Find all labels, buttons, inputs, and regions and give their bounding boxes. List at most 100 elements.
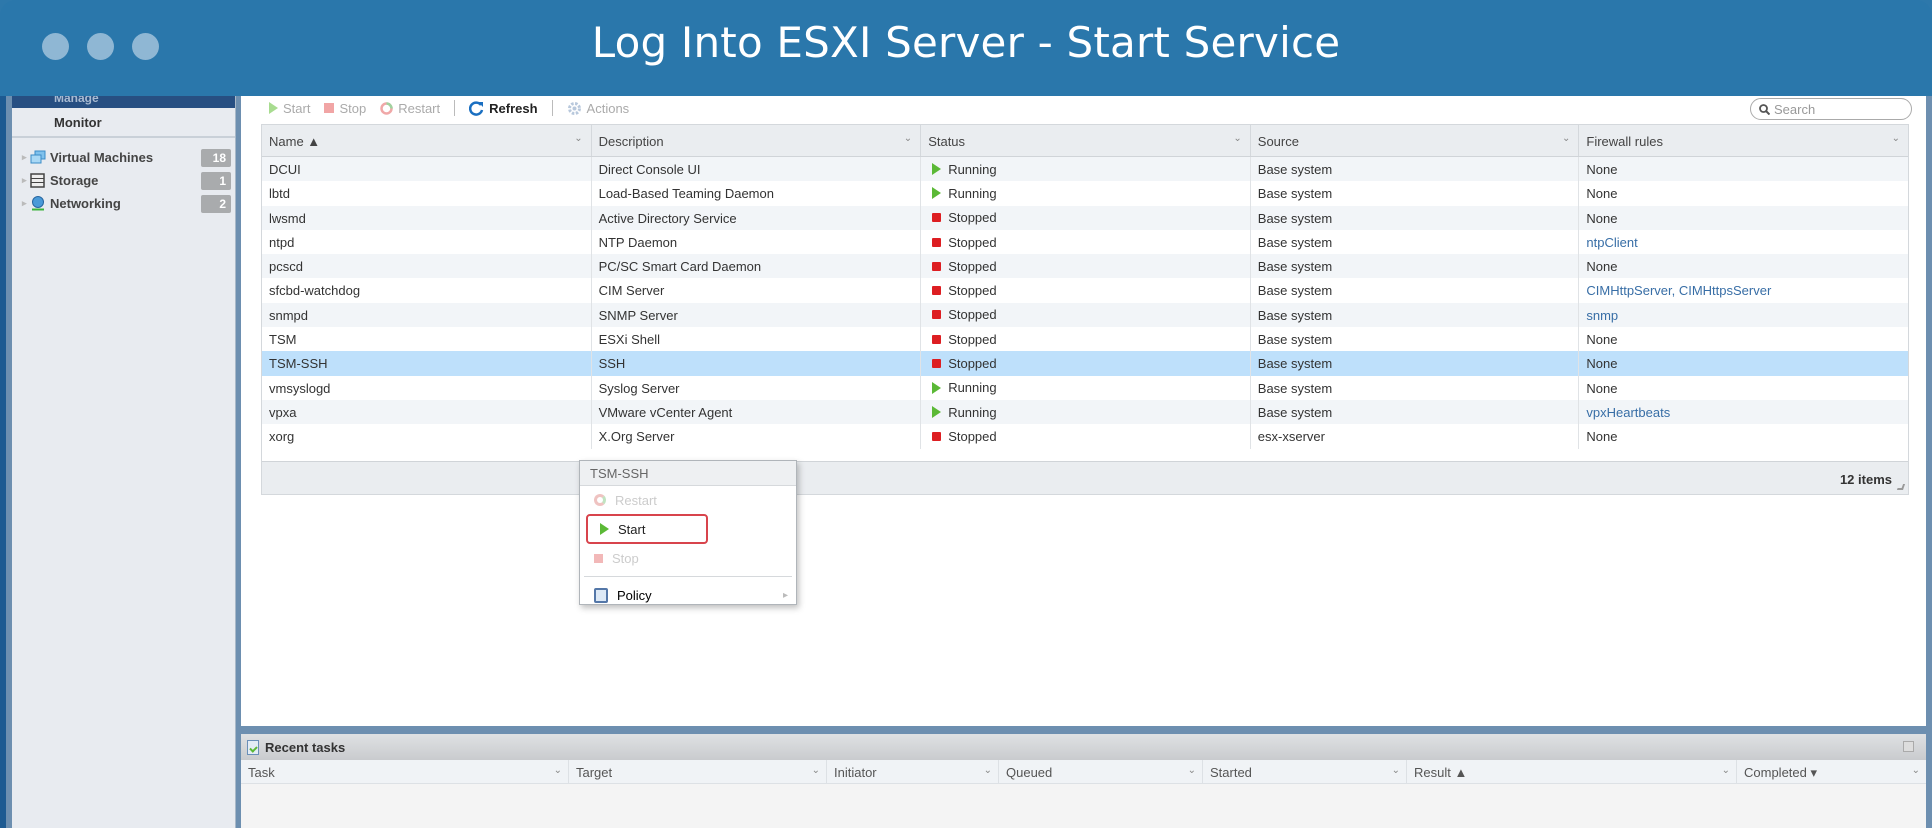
chevron-down-icon[interactable]: ⌄ xyxy=(554,765,562,776)
services-toolbar: Start Stop Restart Refresh Actions xyxy=(269,96,629,120)
column-header-firewall-rules[interactable]: Firewall rules ⌄ xyxy=(1579,125,1908,156)
services-table: Name ▲ ⌄ Description ⌄ Status ⌄ Source ⌄ Fir… xyxy=(261,124,1909,495)
chevron-down-icon[interactable]: ⌄ xyxy=(574,133,582,144)
navigator-sidebar: Manage Monitor ▸ Virtual Machines 18 ▸ S… xyxy=(12,96,236,828)
column-header-target[interactable]: Target ⌄ xyxy=(569,760,827,783)
service-description: NTP Daemon xyxy=(592,229,922,255)
table-row[interactable]: vmsyslogd Syslog Server Running Base system… xyxy=(262,375,1908,400)
resize-grip-icon[interactable] xyxy=(1896,483,1906,490)
column-header-description[interactable]: Description ⌄ xyxy=(592,125,922,156)
column-label: Source xyxy=(1257,134,1299,149)
sidebar-item-manage[interactable]: Manage xyxy=(12,96,235,108)
recent-tasks-panel: Recent tasks Task ⌄ Target ⌄ Initiator ⌄ Qu… xyxy=(241,734,1926,828)
column-label: Name ▲ xyxy=(269,134,321,149)
service-firewall-rules[interactable]: ntpClient xyxy=(1579,230,1908,254)
frame-edge xyxy=(0,96,6,828)
chevron-down-icon[interactable]: ⌄ xyxy=(904,133,912,144)
table-row[interactable]: ntpd NTP Daemon Stopped Base system ntpClien… xyxy=(262,229,1908,255)
column-header-source[interactable]: Source ⌄ xyxy=(1251,125,1580,156)
start-button[interactable]: Start xyxy=(269,101,310,116)
column-header-completed[interactable]: Completed ▾ ⌄ xyxy=(1737,760,1926,783)
sidebar-item-networking[interactable]: ▸ Networking 2 xyxy=(12,192,235,215)
chevron-down-icon[interactable]: ⌄ xyxy=(1188,765,1196,776)
service-name: lwsmd xyxy=(262,205,592,230)
refresh-icon xyxy=(469,100,484,116)
chevron-down-icon[interactable]: ⌄ xyxy=(1392,765,1400,776)
service-description: CIM Server xyxy=(592,278,922,303)
table-row[interactable]: TSM ESXi Shell Stopped Base system None xyxy=(262,327,1908,352)
column-header-name[interactable]: Name ▲ ⌄ xyxy=(262,125,592,156)
status-label: Running xyxy=(948,404,997,420)
table-row[interactable]: TSM-SSH SSH Stopped Base system None xyxy=(262,351,1908,376)
table-body: DCUI Direct Console UI Running Base system N… xyxy=(262,157,1908,449)
sidebar-item-monitor[interactable]: Monitor xyxy=(12,108,235,138)
expand-arrow-icon[interactable]: ▸ xyxy=(22,152,30,163)
status-label: Stopped xyxy=(948,258,997,274)
column-label: Result ▲ xyxy=(1414,765,1468,780)
search-input[interactable]: Search xyxy=(1750,98,1912,120)
column-header-initiator[interactable]: Initiator ⌄ xyxy=(827,760,999,783)
service-source: esx-xserver xyxy=(1251,424,1580,449)
chevron-down-icon[interactable]: ⌄ xyxy=(1892,133,1900,144)
menu-item-label: Restart xyxy=(615,492,657,508)
menu-item-label: Stop xyxy=(612,550,639,566)
chevron-down-icon[interactable]: ⌄ xyxy=(1233,133,1241,144)
recent-tasks-title: Recent tasks xyxy=(265,739,346,755)
table-row[interactable]: snmpd SNMP Server Stopped Base system snmp xyxy=(262,302,1908,328)
service-source: Base system xyxy=(1251,254,1580,279)
column-header-result[interactable]: Result ▲ ⌄ xyxy=(1407,760,1737,783)
restart-icon xyxy=(380,101,393,115)
table-row[interactable]: xorg X.Org Server Stopped esx-xserver None xyxy=(262,424,1908,449)
stopped-icon xyxy=(932,213,942,223)
table-row[interactable]: vpxa VMware vCenter Agent Running Base syst… xyxy=(262,399,1908,425)
service-status: Stopped xyxy=(921,327,1251,352)
column-label: Firewall rules xyxy=(1586,134,1663,149)
context-menu-start[interactable]: Start xyxy=(586,514,708,544)
chevron-down-icon[interactable]: ⌄ xyxy=(812,765,820,776)
policy-icon xyxy=(594,587,608,603)
service-name: TSM xyxy=(262,327,592,352)
column-header-task[interactable]: Task ⌄ xyxy=(241,760,569,783)
context-menu-policy[interactable]: Policy ▸ xyxy=(580,581,796,609)
column-header-status[interactable]: Status ⌄ xyxy=(921,125,1251,156)
stop-button[interactable]: Stop xyxy=(324,101,366,116)
actions-button[interactable]: Actions xyxy=(567,100,630,116)
table-row[interactable]: DCUI Direct Console UI Running Base system N… xyxy=(262,157,1908,182)
actions-label: Actions xyxy=(586,100,630,116)
service-name: ntpd xyxy=(262,229,592,255)
table-row[interactable]: pcscd PC/SC Smart Card Daemon Stopped Base … xyxy=(262,254,1908,279)
stopped-icon xyxy=(932,334,942,344)
chevron-down-icon[interactable]: ⌄ xyxy=(984,765,992,776)
table-footer: 12 items xyxy=(262,460,1908,494)
chevron-down-icon[interactable]: ⌄ xyxy=(1562,133,1570,144)
refresh-button[interactable]: Refresh xyxy=(469,100,538,116)
context-menu-restart[interactable]: Restart xyxy=(580,486,796,514)
column-header-started[interactable]: Started ⌄ xyxy=(1203,760,1407,783)
table-row[interactable]: lwsmd Active Directory Service Stopped Base… xyxy=(262,205,1908,230)
service-source: Base system xyxy=(1251,278,1580,303)
table-row[interactable]: sfcbd-watchdog CIM Server Stopped Base syst… xyxy=(262,278,1908,303)
service-status: Stopped xyxy=(921,254,1251,279)
service-name: xorg xyxy=(262,424,592,449)
column-header-queued[interactable]: Queued ⌄ xyxy=(999,760,1203,783)
sidebar-item-storage[interactable]: ▸ Storage 1 xyxy=(12,169,235,192)
service-firewall-rules[interactable]: snmp xyxy=(1579,303,1908,327)
restart-button[interactable]: Restart xyxy=(380,101,440,116)
service-status: Stopped xyxy=(921,205,1251,230)
expand-arrow-icon[interactable]: ▸ xyxy=(22,198,30,209)
panel-pin-icon[interactable] xyxy=(1903,741,1914,752)
status-label: Stopped xyxy=(948,331,997,347)
restart-icon xyxy=(594,494,606,506)
table-row[interactable]: lbtd Load-Based Teaming Daemon Running Base… xyxy=(262,181,1908,206)
status-label: Stopped xyxy=(948,356,997,372)
expand-arrow-icon[interactable]: ▸ xyxy=(22,175,30,186)
context-menu-stop[interactable]: Stop xyxy=(580,544,796,572)
service-source: Base system xyxy=(1251,302,1580,328)
sidebar-item-virtual-machines[interactable]: ▸ Virtual Machines 18 xyxy=(12,146,235,169)
chevron-down-icon[interactable]: ⌄ xyxy=(1912,765,1920,776)
table-header: Name ▲ ⌄ Description ⌄ Status ⌄ Source ⌄ Fir… xyxy=(262,125,1908,157)
status-label: Running xyxy=(948,380,997,396)
chevron-down-icon[interactable]: ⌄ xyxy=(1722,765,1730,776)
service-firewall-rules[interactable]: vpxHeartbeats xyxy=(1579,400,1908,424)
service-firewall-rules[interactable]: CIMHttpServer, CIMHttpsServer xyxy=(1579,278,1908,302)
